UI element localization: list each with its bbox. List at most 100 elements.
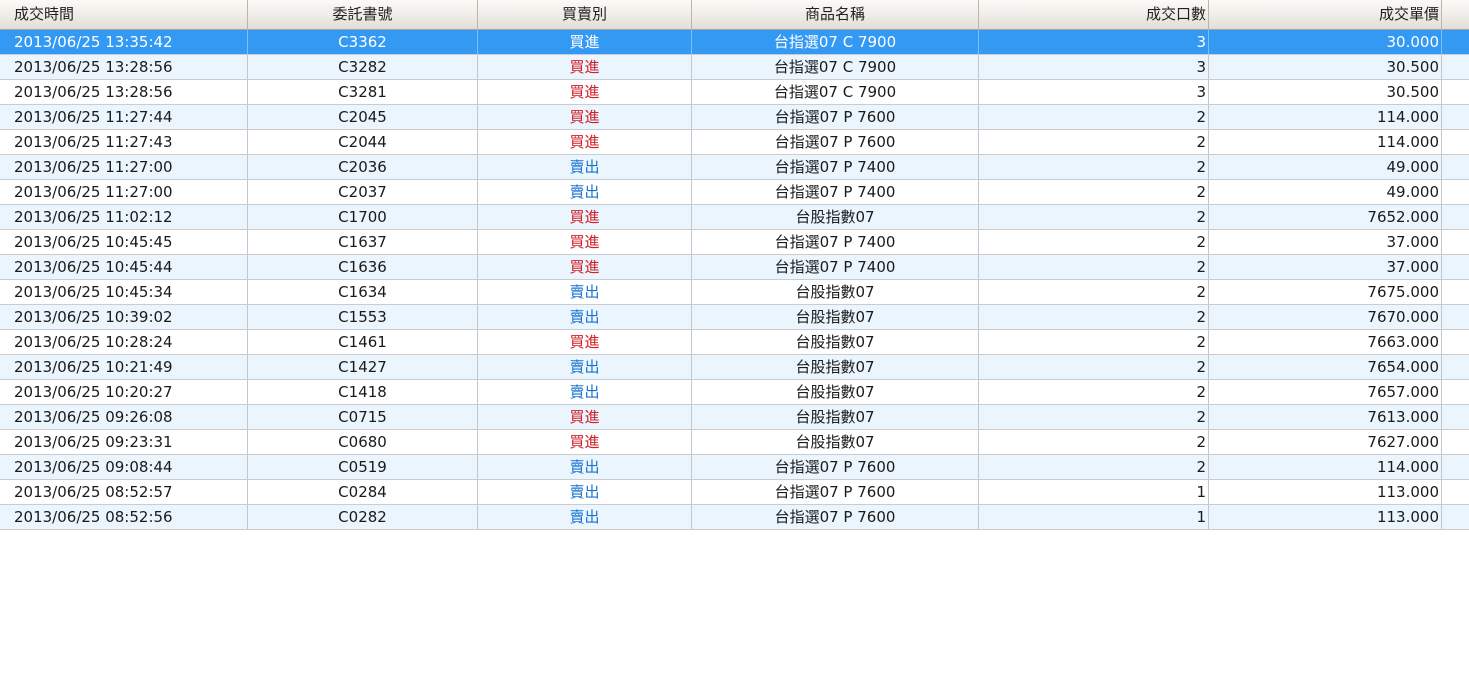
cell-filler	[1442, 430, 1469, 454]
cell-fill-price: 37.000	[1209, 255, 1442, 279]
cell-fill-quantity: 2	[979, 105, 1209, 129]
cell-product-name: 台指選07 C 7900	[692, 30, 979, 54]
cell-fill-time: 2013/06/25 11:27:43	[0, 130, 248, 154]
cell-fill-price: 113.000	[1209, 480, 1442, 504]
cell-fill-time: 2013/06/25 13:35:42	[0, 30, 248, 54]
cell-order-number: C3282	[248, 55, 478, 79]
table-row[interactable]: 2013/06/25 10:45:45 C1637 買進 台指選07 P 7400 2 3…	[0, 230, 1469, 255]
table-row[interactable]: 2013/06/25 10:39:02 C1553 賣出 台股指數07 2 7670.00…	[0, 305, 1469, 330]
cell-fill-price: 49.000	[1209, 155, 1442, 179]
cell-fill-time: 2013/06/25 10:21:49	[0, 355, 248, 379]
cell-order-number: C0519	[248, 455, 478, 479]
cell-fill-time: 2013/06/25 11:27:00	[0, 180, 248, 204]
cell-side: 買進	[478, 330, 692, 354]
table-row[interactable]: 2013/06/25 10:45:44 C1636 買進 台指選07 P 7400 2 3…	[0, 255, 1469, 280]
cell-order-number: C1634	[248, 280, 478, 304]
cell-product-name: 台指選07 P 7400	[692, 155, 979, 179]
table-row[interactable]: 2013/06/25 10:28:24 C1461 買進 台股指數07 2 7663.00…	[0, 330, 1469, 355]
column-header-fill-time[interactable]: 成交時間	[0, 0, 248, 30]
cell-side: 賣出	[478, 280, 692, 304]
column-header-order-number[interactable]: 委託書號	[248, 0, 478, 30]
cell-fill-price: 7652.000	[1209, 205, 1442, 229]
cell-fill-price: 30.000	[1209, 30, 1442, 54]
cell-fill-price: 7627.000	[1209, 430, 1442, 454]
cell-side: 賣出	[478, 455, 692, 479]
cell-side: 買進	[478, 205, 692, 229]
cell-order-number: C2044	[248, 130, 478, 154]
cell-side: 賣出	[478, 305, 692, 329]
cell-fill-price: 114.000	[1209, 130, 1442, 154]
cell-product-name: 台股指數07	[692, 280, 979, 304]
cell-side: 賣出	[478, 505, 692, 529]
table-row[interactable]: 2013/06/25 13:35:42 C3362 買進 台指選07 C 7900 3 3…	[0, 30, 1469, 55]
column-header-side[interactable]: 買賣別	[478, 0, 692, 30]
cell-fill-time: 2013/06/25 09:26:08	[0, 405, 248, 429]
table-row[interactable]: 2013/06/25 08:52:57 C0284 賣出 台指選07 P 7600 1 1…	[0, 480, 1469, 505]
cell-filler	[1442, 155, 1469, 179]
cell-side: 買進	[478, 255, 692, 279]
cell-order-number: C0282	[248, 505, 478, 529]
column-header-fill-price[interactable]: 成交單價	[1209, 0, 1442, 30]
table-row[interactable]: 2013/06/25 08:52:56 C0282 賣出 台指選07 P 7600 1 1…	[0, 505, 1469, 530]
cell-product-name: 台股指數07	[692, 330, 979, 354]
cell-filler	[1442, 255, 1469, 279]
cell-order-number: C2045	[248, 105, 478, 129]
table-row[interactable]: 2013/06/25 11:02:12 C1700 買進 台股指數07 2 7652.00…	[0, 205, 1469, 230]
cell-order-number: C3281	[248, 80, 478, 104]
cell-product-name: 台指選07 P 7400	[692, 180, 979, 204]
grid-body: 2013/06/25 13:35:42 C3362 買進 台指選07 C 7900 3 3…	[0, 30, 1469, 530]
cell-fill-quantity: 2	[979, 430, 1209, 454]
cell-filler	[1442, 205, 1469, 229]
cell-fill-quantity: 3	[979, 80, 1209, 104]
column-header-product-name[interactable]: 商品名稱	[692, 0, 979, 30]
trade-fills-grid[interactable]: 成交時間 委託書號 買賣別 商品名稱 成交口數 成交單價 2013/06/25 …	[0, 0, 1469, 530]
cell-fill-quantity: 2	[979, 280, 1209, 304]
cell-order-number: C1427	[248, 355, 478, 379]
cell-side: 買進	[478, 130, 692, 154]
cell-filler	[1442, 80, 1469, 104]
table-row[interactable]: 2013/06/25 09:23:31 C0680 買進 台股指數07 2 7627.00…	[0, 430, 1469, 455]
cell-fill-time: 2013/06/25 11:27:00	[0, 155, 248, 179]
grid-header: 成交時間 委託書號 買賣別 商品名稱 成交口數 成交單價	[0, 0, 1469, 30]
cell-fill-price: 114.000	[1209, 455, 1442, 479]
cell-fill-price: 113.000	[1209, 505, 1442, 529]
cell-product-name: 台股指數07	[692, 355, 979, 379]
table-row[interactable]: 2013/06/25 10:20:27 C1418 賣出 台股指數07 2 7657.00…	[0, 380, 1469, 405]
table-row[interactable]: 2013/06/25 11:27:44 C2045 買進 台指選07 P 7600 2 1…	[0, 105, 1469, 130]
cell-product-name: 台股指數07	[692, 205, 979, 229]
table-row[interactable]: 2013/06/25 09:26:08 C0715 買進 台股指數07 2 7613.00…	[0, 405, 1469, 430]
cell-order-number: C0680	[248, 430, 478, 454]
cell-filler	[1442, 30, 1469, 54]
cell-product-name: 台指選07 P 7600	[692, 130, 979, 154]
cell-fill-time: 2013/06/25 10:45:34	[0, 280, 248, 304]
cell-fill-quantity: 2	[979, 330, 1209, 354]
cell-product-name: 台指選07 C 7900	[692, 55, 979, 79]
cell-fill-time: 2013/06/25 10:39:02	[0, 305, 248, 329]
table-row[interactable]: 2013/06/25 11:27:43 C2044 買進 台指選07 P 7600 2 1…	[0, 130, 1469, 155]
cell-order-number: C1553	[248, 305, 478, 329]
cell-side: 賣出	[478, 355, 692, 379]
cell-fill-time: 2013/06/25 08:52:56	[0, 505, 248, 529]
cell-side: 買進	[478, 80, 692, 104]
cell-fill-quantity: 2	[979, 380, 1209, 404]
table-row[interactable]: 2013/06/25 11:27:00 C2037 賣出 台指選07 P 7400 2 4…	[0, 180, 1469, 205]
cell-order-number: C1461	[248, 330, 478, 354]
column-header-filler	[1442, 0, 1469, 30]
cell-side: 賣出	[478, 480, 692, 504]
cell-fill-price: 30.500	[1209, 80, 1442, 104]
table-row[interactable]: 2013/06/25 13:28:56 C3281 買進 台指選07 C 7900 3 3…	[0, 80, 1469, 105]
cell-fill-quantity: 2	[979, 130, 1209, 154]
table-row[interactable]: 2013/06/25 10:45:34 C1634 賣出 台股指數07 2 7675.00…	[0, 280, 1469, 305]
cell-fill-price: 49.000	[1209, 180, 1442, 204]
cell-fill-time: 2013/06/25 11:02:12	[0, 205, 248, 229]
cell-fill-time: 2013/06/25 11:27:44	[0, 105, 248, 129]
cell-fill-price: 114.000	[1209, 105, 1442, 129]
cell-filler	[1442, 505, 1469, 529]
column-header-fill-quantity[interactable]: 成交口數	[979, 0, 1209, 30]
table-row[interactable]: 2013/06/25 10:21:49 C1427 賣出 台股指數07 2 7654.00…	[0, 355, 1469, 380]
table-row[interactable]: 2013/06/25 09:08:44 C0519 賣出 台指選07 P 7600 2 1…	[0, 455, 1469, 480]
table-row[interactable]: 2013/06/25 13:28:56 C3282 買進 台指選07 C 7900 3 3…	[0, 55, 1469, 80]
cell-filler	[1442, 480, 1469, 504]
cell-fill-price: 7613.000	[1209, 405, 1442, 429]
table-row[interactable]: 2013/06/25 11:27:00 C2036 賣出 台指選07 P 7400 2 4…	[0, 155, 1469, 180]
